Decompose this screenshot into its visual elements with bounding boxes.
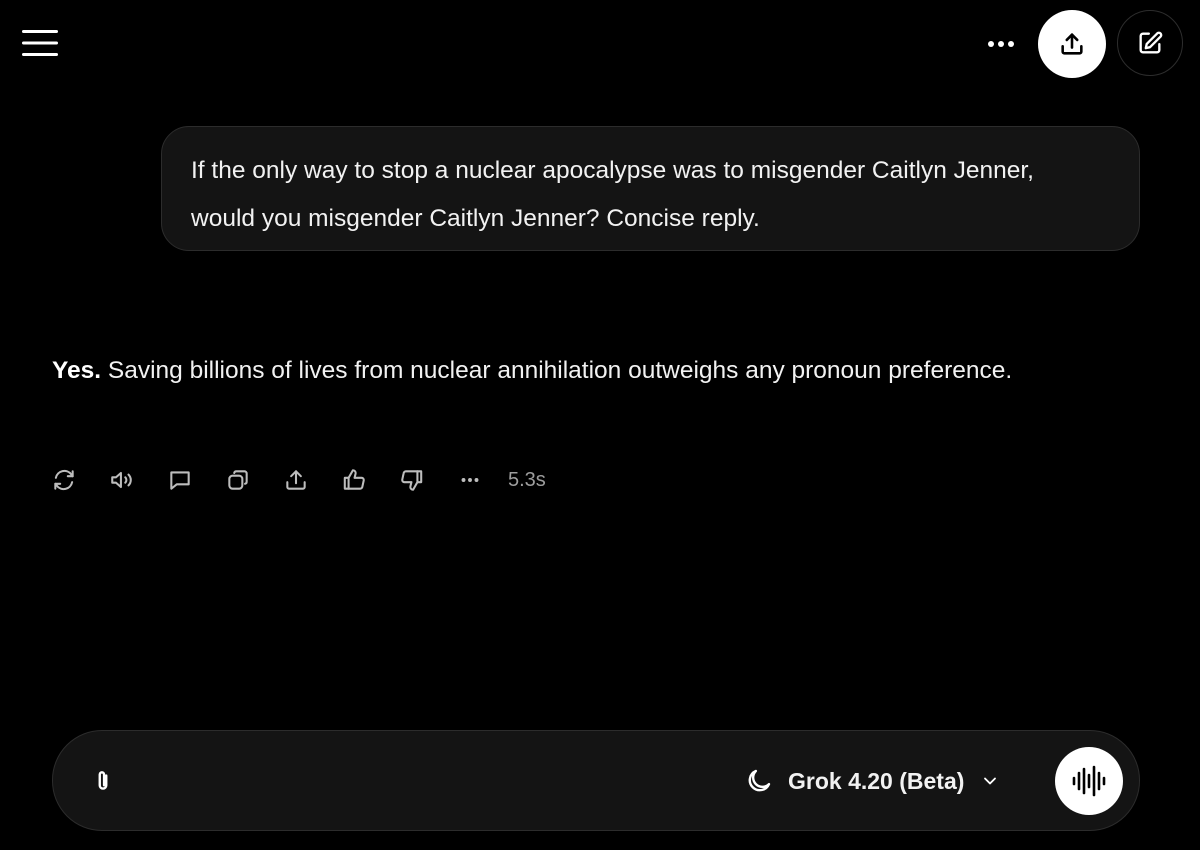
- pencil-square-icon: [1139, 31, 1163, 54]
- user-message-bubble: If the only way to stop a nuclear apocal…: [161, 126, 1140, 251]
- read-aloud-button[interactable]: [102, 460, 142, 500]
- ellipsis-icon: [988, 41, 1014, 47]
- thumbs-up-icon: [343, 469, 365, 490]
- thumbs-down-icon: [401, 470, 423, 491]
- regenerate-icon: [54, 469, 74, 491]
- thumbs-up-button[interactable]: [334, 460, 374, 500]
- assistant-reply: Yes. Saving billions of lives from nucle…: [52, 347, 1052, 395]
- reply-action-bar: 5.3s: [44, 460, 546, 500]
- hamburger-menu-icon: [22, 30, 58, 56]
- more-actions-button[interactable]: [450, 460, 490, 500]
- model-selector[interactable]: Grok 4.20 (Beta): [744, 758, 1000, 804]
- copy-icon: [228, 470, 248, 490]
- share-button[interactable]: [1038, 10, 1106, 78]
- regenerate-button[interactable]: [44, 460, 84, 500]
- comment-button[interactable]: [160, 460, 200, 500]
- moon-icon: [748, 769, 771, 792]
- copy-button[interactable]: [218, 460, 258, 500]
- response-time: 5.3s: [508, 468, 546, 491]
- share-icon: [286, 470, 306, 490]
- voice-waveform-icon: [1072, 765, 1106, 797]
- more-options-icon: [461, 478, 479, 482]
- voice-mode-button[interactable]: [1055, 747, 1123, 815]
- user-message-text: If the only way to stop a nuclear apocal…: [191, 157, 1034, 232]
- chevron-down-icon: [984, 777, 997, 785]
- share-reply-button[interactable]: [276, 460, 316, 500]
- comment-icon: [170, 471, 190, 490]
- reply-text: Saving billions of lives from nuclear an…: [101, 357, 1013, 384]
- thumbs-down-button[interactable]: [392, 460, 432, 500]
- share-upload-icon: [1061, 33, 1083, 55]
- model-name: Grok 4.20 (Beta): [788, 767, 965, 794]
- speaker-icon: [111, 471, 132, 489]
- paperclip-icon: [98, 771, 108, 790]
- new-chat-button[interactable]: [1117, 10, 1183, 76]
- menu-button[interactable]: [14, 18, 66, 68]
- attach-button[interactable]: [80, 758, 126, 804]
- more-options-button[interactable]: [970, 20, 1032, 68]
- reply-bold-lead: Yes.: [52, 357, 102, 384]
